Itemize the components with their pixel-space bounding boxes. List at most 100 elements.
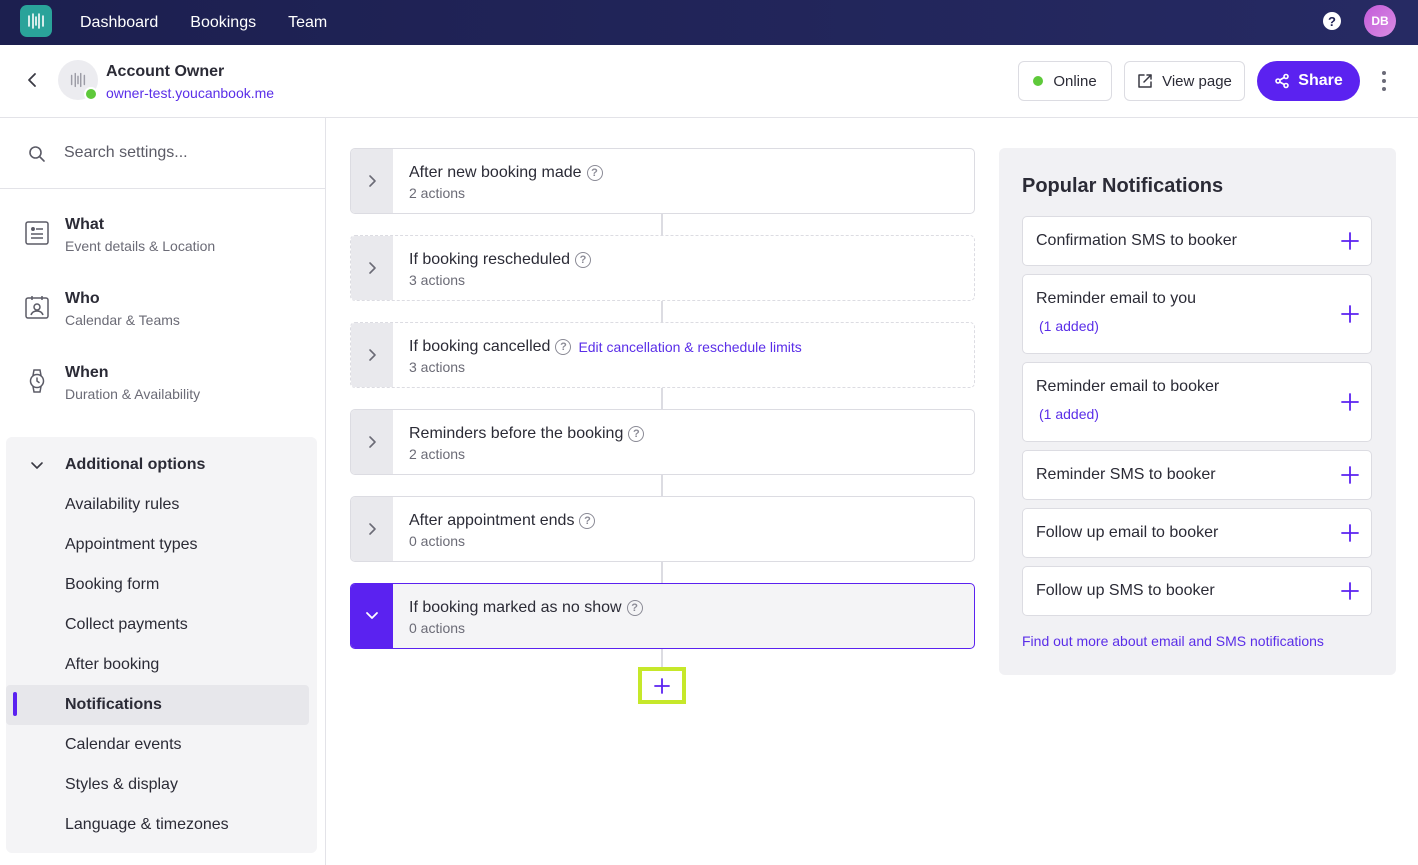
popular-item-follow-up-sms[interactable]: Follow up SMS to booker <box>1022 566 1372 616</box>
popular-item-reminder-email-booker[interactable]: Reminder email to booker (1 added) <box>1022 362 1372 442</box>
online-status-dot <box>84 87 98 101</box>
plus-icon[interactable] <box>1341 466 1359 484</box>
help-icon[interactable]: ? <box>1323 12 1341 30</box>
popular-item-added-count: (1 added) <box>1039 318 1099 334</box>
watch-icon <box>29 369 45 393</box>
popular-notifications-panel: Popular Notifications Confirmation SMS t… <box>999 148 1396 675</box>
sidebar-item-styles-display[interactable]: Styles & display <box>6 765 309 805</box>
additional-options-toggle[interactable]: Additional options <box>6 451 317 481</box>
expand-toggle[interactable] <box>351 236 393 300</box>
popular-item-label: Follow up SMS to booker <box>1036 582 1215 599</box>
plus-icon[interactable] <box>1341 524 1359 542</box>
search-icon <box>29 146 45 162</box>
sidebar-item-label: Appointment types <box>65 536 198 553</box>
popular-item-confirmation-sms[interactable]: Confirmation SMS to booker <box>1022 216 1372 266</box>
help-circle-icon[interactable]: ? <box>575 252 591 268</box>
sidebar-item-language-timezones[interactable]: Language & timezones <box>6 805 309 845</box>
plus-icon[interactable] <box>1341 393 1359 411</box>
back-arrow-icon[interactable] <box>22 70 42 90</box>
help-circle-icon[interactable]: ? <box>555 339 572 355</box>
trigger-after-new-booking[interactable]: After new booking made? 2 actions <box>350 148 975 214</box>
sidebar-section-title: What <box>65 216 105 233</box>
timeline-connector <box>661 649 663 669</box>
popular-item-reminder-sms-booker[interactable]: Reminder SMS to booker <box>1022 450 1372 500</box>
app-logo-icon <box>70 72 86 88</box>
plus-icon[interactable] <box>1341 305 1359 323</box>
online-status-button[interactable]: Online <box>1018 61 1112 101</box>
settings-search <box>0 118 325 189</box>
sidebar-item-label: Booking form <box>65 576 160 593</box>
sidebar-section-title: When <box>65 364 109 381</box>
timeline-connector <box>661 301 663 323</box>
trigger-after-appointment-ends[interactable]: After appointment ends? 0 actions <box>350 496 975 562</box>
nav-team-link[interactable]: Team <box>288 14 327 32</box>
plus-icon[interactable] <box>1341 232 1359 250</box>
share-button[interactable]: Share <box>1257 61 1360 101</box>
expand-toggle[interactable] <box>351 497 393 561</box>
nav-bookings-link[interactable]: Bookings <box>190 14 256 32</box>
share-icon <box>1275 73 1290 89</box>
expand-toggle[interactable] <box>351 410 393 474</box>
sidebar-section-subtitle: Event details & Location <box>65 238 216 254</box>
trigger-title: If booking rescheduled <box>409 251 570 268</box>
sidebar-item-after-booking[interactable]: After booking <box>6 645 309 685</box>
collapse-toggle[interactable] <box>351 584 393 648</box>
sidebar-item-calendar-events[interactable]: Calendar events <box>6 725 309 765</box>
chevron-right-icon <box>369 523 376 535</box>
help-circle-icon[interactable]: ? <box>579 513 596 529</box>
app-logo-icon[interactable] <box>20 5 52 37</box>
trigger-booking-rescheduled[interactable]: If booking rescheduled? 3 actions <box>350 235 975 301</box>
sidebar-section-who[interactable]: Who Calendar & Teams <box>0 272 325 346</box>
sidebar-item-label: Styles & display <box>65 776 178 793</box>
trigger-title: Reminders before the booking <box>409 425 624 442</box>
view-page-button[interactable]: View page <box>1124 61 1245 101</box>
additional-options-title: Additional options <box>65 456 206 473</box>
sidebar-section-title: Who <box>65 290 100 307</box>
expand-toggle[interactable] <box>351 323 393 387</box>
settings-sidebar: What Event details & Location Who Calend… <box>0 118 326 865</box>
find-out-more-link[interactable]: Find out more about email and SMS notifi… <box>1022 633 1324 649</box>
timeline-connector <box>661 214 663 236</box>
trigger-booking-cancelled[interactable]: If booking cancelled? Edit cancellation &… <box>350 322 975 388</box>
account-url-link[interactable]: owner-test.youcanbook.me <box>106 85 274 101</box>
sidebar-item-collect-payments[interactable]: Collect payments <box>6 605 309 645</box>
external-link-icon <box>1138 74 1152 88</box>
user-avatar[interactable]: DB <box>1364 5 1396 37</box>
page-header: Account Owner owner-test.youcanbook.me O… <box>0 45 1418 118</box>
edit-cancellation-limits-link[interactable]: Edit cancellation & reschedule limits <box>578 339 801 355</box>
popular-item-label: Reminder email to booker <box>1036 378 1220 395</box>
sidebar-item-notifications[interactable]: Notifications <box>6 685 309 725</box>
popular-item-label: Follow up email to booker <box>1036 524 1219 541</box>
sidebar-item-appointment-types[interactable]: Appointment types <box>6 525 309 565</box>
sidebar-section-what[interactable]: What Event details & Location <box>0 198 325 272</box>
trigger-reminders-before[interactable]: Reminders before the booking? 2 actions <box>350 409 975 475</box>
sidebar-item-booking-form[interactable]: Booking form <box>6 565 309 605</box>
sidebar-item-availability-rules[interactable]: Availability rules <box>6 485 309 525</box>
sidebar-section-when[interactable]: When Duration & Availability <box>0 346 325 420</box>
nav-dashboard-link[interactable]: Dashboard <box>80 14 158 32</box>
trigger-title: After new booking made <box>409 164 582 181</box>
trigger-action-count: 2 actions <box>409 185 466 201</box>
chevron-right-icon <box>369 262 376 274</box>
trigger-no-show[interactable]: If booking marked as no show? 0 actions <box>350 583 975 649</box>
more-options-icon[interactable] <box>1378 71 1390 91</box>
chevron-right-icon <box>369 349 376 361</box>
timeline-connector <box>661 388 663 410</box>
popular-item-follow-up-email[interactable]: Follow up email to booker <box>1022 508 1372 558</box>
active-item-indicator <box>13 692 17 716</box>
sidebar-item-label: Collect payments <box>65 616 188 633</box>
sidebar-item-label: Calendar events <box>65 736 182 753</box>
help-circle-icon[interactable]: ? <box>586 165 603 181</box>
online-label: Online <box>1053 72 1097 90</box>
sidebar-section-subtitle: Calendar & Teams <box>65 312 180 328</box>
chevron-down-icon <box>366 612 378 619</box>
search-settings-input[interactable] <box>64 140 304 166</box>
expand-toggle[interactable] <box>351 149 393 213</box>
popular-item-reminder-email-you[interactable]: Reminder email to you (1 added) <box>1022 274 1372 354</box>
add-trigger-button[interactable] <box>638 667 686 704</box>
help-circle-icon[interactable]: ? <box>628 426 645 442</box>
popular-notifications-title: Popular Notifications <box>1022 175 1224 197</box>
help-circle-icon[interactable]: ? <box>626 600 643 616</box>
plus-icon[interactable] <box>1341 582 1359 600</box>
popular-item-label: Reminder email to you <box>1036 290 1197 307</box>
